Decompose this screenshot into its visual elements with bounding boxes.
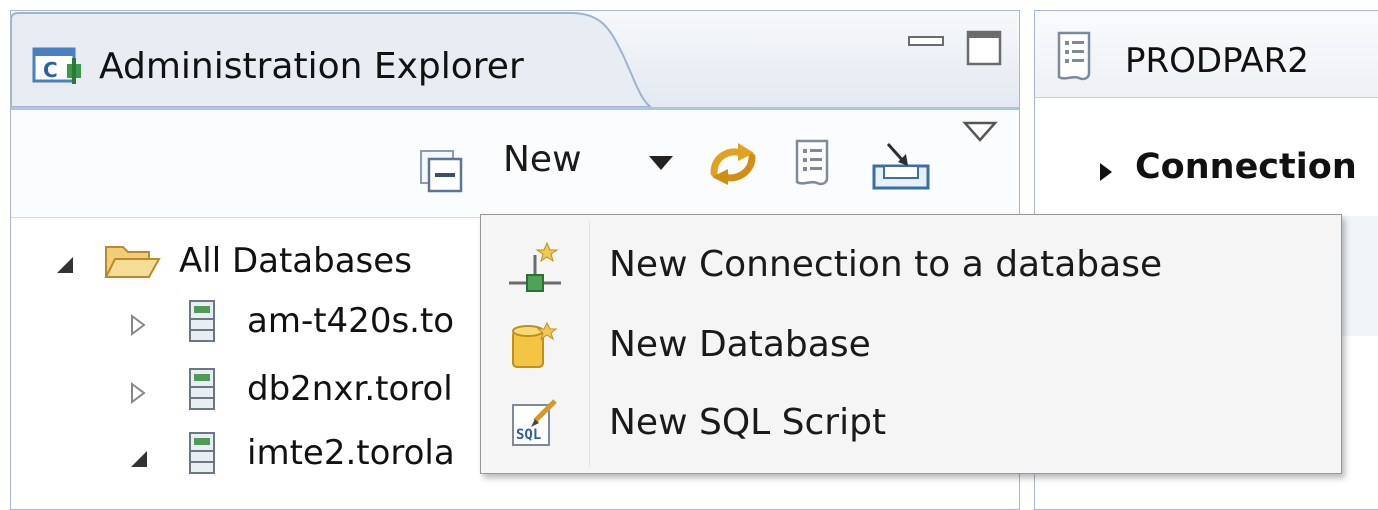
tree-root-label: All Databases [179,241,412,281]
menu-item-new-connection[interactable]: New Connection to a database [485,227,1337,305]
new-menu-button[interactable]: New [503,138,582,182]
menu-item-label: New Database [609,324,871,365]
expanded-twisty-icon[interactable] [129,449,149,469]
database-server-icon [189,432,215,474]
menu-item-new-database[interactable]: New Database [485,307,1337,385]
right-view-title: PRODPAR2 [1125,41,1309,81]
tree-item[interactable]: imte2.torola [11,431,491,481]
menu-item-new-sql-script[interactable]: SQL New SQL Script [485,385,1337,463]
administration-explorer-icon: C [32,47,81,84]
collapse-all-icon[interactable] [419,149,463,193]
properties-icon [1057,31,1091,81]
tab-administration-explorer[interactable]: C Administration Explorer [11,11,651,107]
new-database-icon [512,321,558,368]
sql-script-icon: SQL [512,399,557,446]
collapsed-twisty-icon[interactable] [129,313,147,337]
tree-item[interactable]: db2nxr.torol [11,365,491,415]
svg-text:C: C [43,58,58,82]
left-tab-bar: C Administration Explorer [11,11,1019,107]
database-server-icon [189,368,215,410]
refresh-sync-icon[interactable] [704,139,762,189]
minimize-icon[interactable] [907,31,947,51]
left-view-title: Administration Explorer [99,46,524,87]
dropdown-arrow-icon[interactable] [647,154,675,172]
properties-icon[interactable] [793,138,833,188]
tab-prodpar2[interactable]: PRODPAR2 [1035,11,1378,98]
new-connection-icon [509,241,561,292]
expanded-twisty-icon[interactable] [55,255,75,275]
svg-text:SQL: SQL [516,427,541,443]
menu-item-label: New Connection to a database [609,244,1163,285]
menu-item-label: New SQL Script [609,402,887,443]
collapsed-twisty-icon[interactable] [129,381,147,405]
tree-root-all-databases[interactable]: All Databases [11,235,491,285]
open-folder-icon [104,246,161,278]
collapsed-section-icon[interactable] [1097,161,1115,183]
new-dropdown-menu: New Connection to a database New Databas… [480,214,1342,474]
maximize-icon[interactable] [965,29,1005,69]
database-server-icon [189,300,215,342]
import-icon[interactable] [868,140,934,192]
view-menu-icon[interactable] [962,120,998,144]
tree-item-label: imte2.torola [247,433,455,473]
tree-item[interactable]: am-t420s.to [11,297,491,347]
tree-item-label: am-t420s.to [247,301,455,341]
view-toolbar: New [11,107,1019,220]
section-title-connection[interactable]: Connection [1135,145,1357,189]
tree-item-label: db2nxr.torol [247,369,453,409]
